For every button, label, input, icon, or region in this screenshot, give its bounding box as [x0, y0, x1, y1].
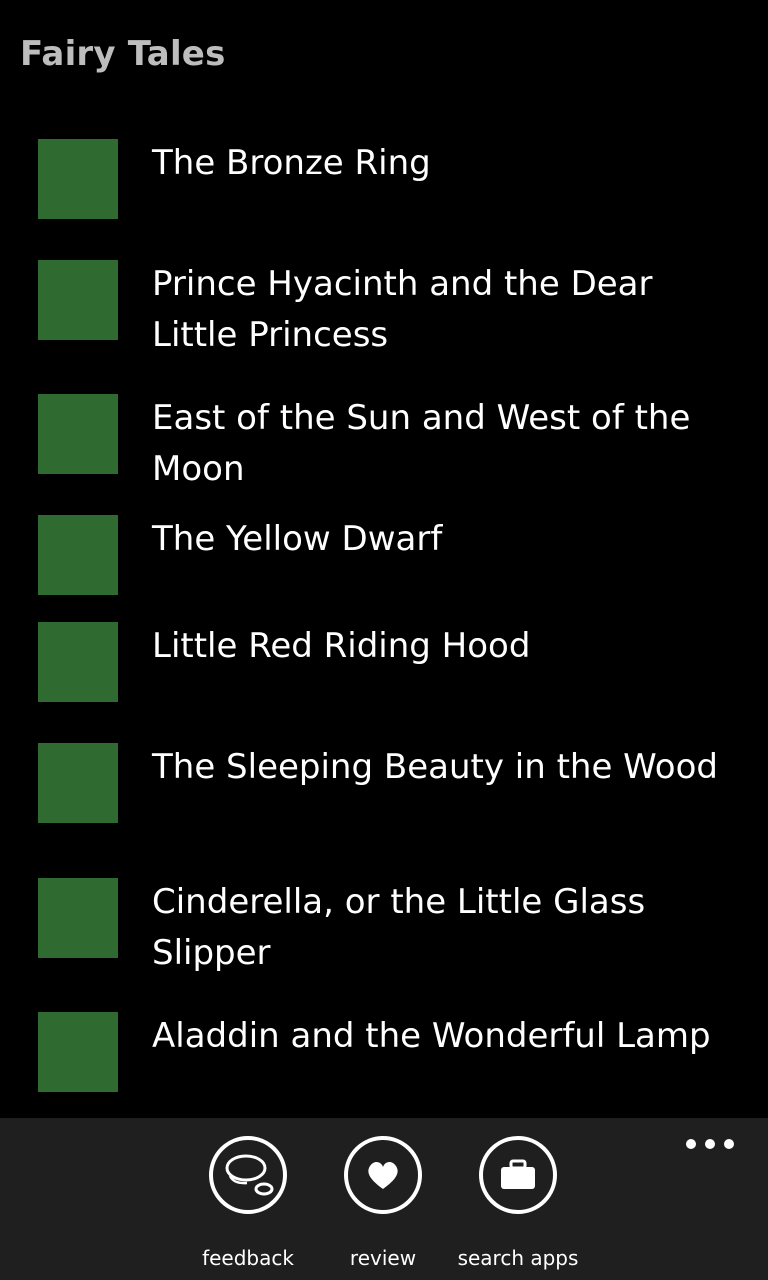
tale-thumbnail[interactable]: [38, 394, 118, 474]
ellipsis-icon: [724, 1139, 734, 1149]
tale-title[interactable]: The Bronze Ring: [152, 138, 732, 189]
tale-title[interactable]: Aladdin and the Wonderful Lamp: [152, 1011, 732, 1062]
page-title: Fairy Tales: [20, 34, 226, 74]
tale-list[interactable]: The Bronze Ring Prince Hyacinth and the …: [0, 0, 768, 1118]
search-apps-label: search apps: [457, 1246, 579, 1270]
tale-title[interactable]: The Sleeping Beauty in the Wood: [152, 742, 732, 793]
application-bar: feedback review search apps: [0, 1118, 768, 1280]
briefcase-icon: [501, 1159, 535, 1189]
ellipsis-icon: [686, 1139, 696, 1149]
tale-thumbnail[interactable]: [38, 260, 118, 340]
tale-title[interactable]: The Yellow Dwarf: [152, 514, 732, 565]
tale-thumbnail[interactable]: [38, 878, 118, 958]
search-apps-button[interactable]: search apps: [428, 1136, 608, 1270]
app-screen: The Bronze Ring Prince Hyacinth and the …: [0, 0, 768, 1280]
tale-thumbnail[interactable]: [38, 1012, 118, 1092]
button-circle: [209, 1136, 287, 1214]
more-options-button[interactable]: [686, 1134, 734, 1154]
heart-icon: [368, 1161, 398, 1189]
tale-title[interactable]: East of the Sun and West of the Moon: [152, 393, 732, 495]
tale-thumbnail[interactable]: [38, 743, 118, 823]
button-circle: [479, 1136, 557, 1214]
tale-thumbnail[interactable]: [38, 139, 118, 219]
button-circle: [344, 1136, 422, 1214]
tale-thumbnail[interactable]: [38, 622, 118, 702]
tale-title[interactable]: Little Red Riding Hood: [152, 621, 732, 672]
tale-title[interactable]: Prince Hyacinth and the Dear Little Prin…: [152, 259, 732, 361]
tale-title[interactable]: Cinderella, or the Little Glass Slipper: [152, 877, 732, 979]
ellipsis-icon: [705, 1139, 715, 1149]
chat-bubble-icon: [225, 1154, 274, 1196]
tale-thumbnail[interactable]: [38, 515, 118, 595]
